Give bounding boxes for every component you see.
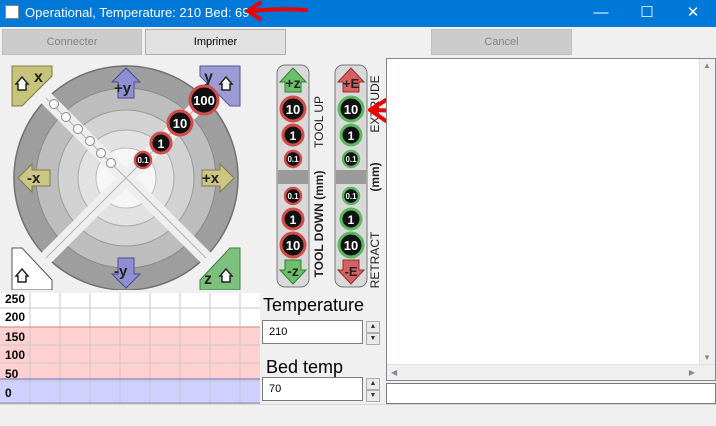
minus-x-label: -x	[27, 170, 41, 187]
e-down-1-button[interactable]: 1	[339, 207, 363, 231]
retract-label: RETRACT	[368, 231, 382, 288]
bed-temp-input[interactable]: 70	[262, 377, 363, 401]
step-1-label: 1	[158, 137, 165, 151]
temperature-down-icon[interactable]: ▼	[366, 333, 380, 345]
scroll-left-icon[interactable]: ◀	[391, 368, 397, 377]
step-100-button[interactable]: 100	[188, 84, 220, 116]
plus-x-label: +x	[202, 170, 220, 187]
cancel-button[interactable]: Cancel	[431, 29, 572, 55]
connect-button[interactable]: Connecter	[2, 29, 142, 55]
command-input[interactable]	[386, 383, 716, 404]
home-y-label: y	[204, 69, 213, 86]
maximize-button[interactable]: ☐	[624, 0, 670, 27]
e-down-1-label: 1	[348, 213, 355, 227]
temperature-label: Temperature	[263, 295, 365, 315]
app-icon	[5, 5, 19, 19]
e-up-1-button[interactable]: 1	[339, 123, 363, 147]
e-up-10-label: 10	[344, 102, 358, 117]
window-title: Operational, Temperature: 210 Bed: 69	[25, 5, 250, 20]
z-down-1-label: 1	[290, 213, 297, 227]
xy-jog-control: x y z +y -y -x +x 100 10 1 0.1	[11, 65, 241, 290]
console-log[interactable]: ▲ ▼ ◀ ▶	[386, 58, 716, 381]
z-up-1-label: 1	[290, 129, 297, 143]
e-up-10-button[interactable]: 10	[337, 95, 365, 123]
scroll-right-icon[interactable]: ▶	[689, 368, 695, 377]
temperature-graph: 250 200 150 100 50 0	[0, 292, 260, 404]
minus-y-label: -y	[114, 263, 128, 280]
minus-z-label: -z	[287, 263, 299, 279]
z-up-10-label: 10	[286, 102, 300, 117]
scroll-up-icon[interactable]: ▲	[703, 61, 711, 70]
z-up-0.1-label: 0.1	[287, 155, 299, 164]
y-tick-100: 100	[5, 348, 26, 362]
step-10-label: 10	[173, 116, 187, 131]
home-z-label: z	[204, 271, 212, 288]
step-100-label: 100	[193, 93, 215, 108]
z-down-1-button[interactable]: 1	[281, 207, 305, 231]
bed-temp-label: Bed temp	[266, 357, 344, 377]
home-x-label: x	[34, 69, 43, 86]
e-up-1-label: 1	[348, 129, 355, 143]
temperature-up-icon[interactable]: ▲	[366, 321, 380, 333]
y-tick-250: 250	[5, 292, 26, 306]
temperature-input[interactable]: 210	[262, 320, 363, 344]
status-bar	[0, 404, 716, 426]
title-bar: Operational, Temperature: 210 Bed: 69 — …	[0, 0, 716, 27]
minimize-button[interactable]: —	[578, 0, 624, 27]
step-0.1-button[interactable]: 0.1	[133, 150, 153, 170]
y-tick-200: 200	[5, 310, 26, 324]
z-up-10-button[interactable]: 10	[279, 95, 307, 123]
e-mm-label: (mm)	[368, 162, 382, 191]
y-tick-0: 0	[5, 386, 12, 400]
z-down-0.1-label: 0.1	[287, 192, 299, 201]
z-up-0.1-button[interactable]: 0.1	[283, 149, 303, 169]
e-up-0.1-label: 0.1	[345, 155, 357, 164]
close-button[interactable]: ✕	[670, 0, 716, 27]
minus-e-label: -E	[345, 264, 358, 279]
y-tick-50: 50	[5, 367, 19, 381]
annotation-arrow-icon	[246, 1, 308, 21]
e-down-10-button[interactable]: 10	[337, 231, 365, 259]
scroll-down-icon[interactable]: ▼	[703, 353, 711, 362]
bed-zone	[0, 379, 260, 404]
step-1-button[interactable]: 1	[149, 131, 173, 155]
e-up-0.1-button[interactable]: 0.1	[341, 149, 361, 169]
step-0.1-label: 0.1	[137, 156, 149, 165]
tool-up-label: TOOL UP	[312, 96, 326, 148]
z-down-10-button[interactable]: 10	[279, 231, 307, 259]
e-down-0.1-button[interactable]: 0.1	[341, 186, 361, 206]
hotend-zone	[0, 327, 260, 379]
step-10-button[interactable]: 10	[166, 109, 194, 137]
vertical-scrollbar[interactable]: ▲ ▼	[699, 59, 715, 380]
plus-e-label: +E	[343, 76, 360, 91]
plus-z-label: +z	[285, 75, 300, 91]
plus-y-label: +y	[114, 80, 132, 97]
e-down-0.1-label: 0.1	[345, 192, 357, 201]
z-jog-control: +z 10 1 0.1 0.1 1 10 -z TOOL UP TOOL DOW…	[276, 64, 326, 288]
e-down-10-label: 10	[344, 238, 358, 253]
bed-temp-up-icon[interactable]: ▲	[366, 378, 380, 390]
y-tick-150: 150	[5, 330, 26, 344]
horizontal-scrollbar[interactable]: ◀ ▶	[387, 364, 715, 380]
z-up-1-button[interactable]: 1	[281, 123, 305, 147]
tool-down-label: TOOL DOWN (mm)	[312, 171, 326, 278]
z-down-0.1-button[interactable]: 0.1	[283, 186, 303, 206]
z-down-10-label: 10	[286, 238, 300, 253]
bed-temp-down-icon[interactable]: ▼	[366, 390, 380, 402]
print-button[interactable]: Imprimer	[145, 29, 286, 55]
